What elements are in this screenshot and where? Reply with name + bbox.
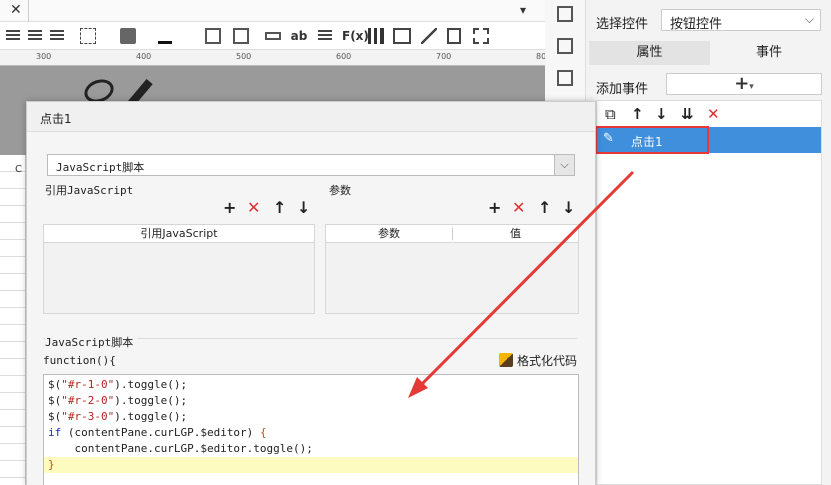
tab-separator <box>28 0 29 22</box>
horizontal-ruler: 300 400 500 600 700 800 <box>0 50 551 66</box>
paragraph-icon[interactable] <box>318 30 332 42</box>
format-toolbar: ab F(x) <box>0 22 545 50</box>
ruler-label: 400 <box>136 52 152 61</box>
ref-js-table: 引用JavaScript <box>43 224 315 314</box>
code-line: $("#r-2-0").toggle(); <box>48 394 188 407</box>
action-type-value: JavaScript脚本 <box>56 161 145 174</box>
side-icon-strip <box>545 0 585 100</box>
code-line: $("#r-3-0").toggle(); <box>48 410 188 423</box>
tab-menu-icon[interactable]: ▾ <box>520 3 526 17</box>
ruler-label: 700 <box>436 52 452 61</box>
align-left-icon[interactable] <box>6 30 20 42</box>
code-line: if (contentPane.curLGP.$editor) { <box>48 426 267 439</box>
dialog-body: JavaScript脚本 ⌵ 引用JavaScript 参数 + ✕ ↑ ↓ +… <box>27 132 595 485</box>
slash-icon[interactable] <box>421 28 437 44</box>
properties-panel: 选择控件 按钮控件 ⌵ 属性 事件 添加事件 +▾ ⧉ ↑ ↓ ⇊ ✕ ✎ 点击… <box>585 0 831 485</box>
move-down-ref-js-icon[interactable]: ↓ <box>297 198 310 217</box>
event-list: ⧉ ↑ ↓ ⇊ ✕ ✎ 点击1 <box>596 100 822 485</box>
move-down-icon[interactable]: ↓ <box>655 105 668 123</box>
format-code-label: 格式化代码 <box>517 354 578 368</box>
action-type-select[interactable]: JavaScript脚本 ⌵ <box>47 154 575 176</box>
code-line: contentPane.curLGP.$editor.toggle(); <box>48 442 313 455</box>
move-up-param-icon[interactable]: ↑ <box>538 198 551 217</box>
chevron-down-icon: ⌵ <box>554 155 574 175</box>
code-editor[interactable]: $("#r-1-0").toggle(); $("#r-2-0").toggle… <box>43 374 579 485</box>
background-tab-strip: ✕ ▾ <box>0 0 545 22</box>
select-control-label: 选择控件 <box>596 17 649 32</box>
add-event-button[interactable]: +▾ <box>666 73 822 95</box>
add-event-label: 添加事件 <box>596 82 649 97</box>
info-icon[interactable] <box>557 38 573 54</box>
split-cells-icon[interactable] <box>233 28 249 44</box>
ruler-label: 500 <box>236 52 252 61</box>
plus-icon: + <box>734 73 750 94</box>
crop-icon[interactable] <box>557 70 573 86</box>
function-signature: function(){ <box>43 354 116 367</box>
align-right-icon[interactable] <box>50 30 64 42</box>
params-table: 参数 值 <box>325 224 579 314</box>
move-up-icon[interactable]: ↑ <box>631 105 644 123</box>
spreadsheet-grid <box>0 155 26 485</box>
code-line-active: } <box>44 457 578 473</box>
delete-param-icon[interactable]: ✕ <box>512 198 525 217</box>
add-param-icon[interactable]: + <box>488 198 501 217</box>
layout-icon[interactable] <box>557 6 573 22</box>
control-select[interactable]: 按钮控件 ⌵ <box>661 9 821 32</box>
add-ref-js-icon[interactable]: + <box>223 198 236 217</box>
dialog-title: 点击1 <box>40 112 72 126</box>
format-code-button[interactable]: 格式化代码 <box>499 352 577 369</box>
code-line: $("#r-1-0").toggle(); <box>48 378 188 391</box>
ruler-label: 600 <box>336 52 352 61</box>
move-down-param-icon[interactable]: ↓ <box>562 198 575 217</box>
border-icon[interactable] <box>80 28 96 44</box>
dialog-header: 点击1 <box>27 102 595 132</box>
params-header-name: 参数 <box>326 225 452 243</box>
caret-down-icon: ▾ <box>749 82 754 92</box>
text-field-icon[interactable]: ab <box>290 28 308 44</box>
move-bottom-icon[interactable]: ⇊ <box>681 105 694 123</box>
column-header-c: C <box>15 164 22 175</box>
formula-icon[interactable]: F(x) <box>342 28 369 44</box>
params-label: 参数 <box>329 184 351 197</box>
script-label: JavaScript脚本 <box>45 334 138 350</box>
close-tab-icon[interactable]: ✕ <box>10 2 22 18</box>
merge-cells-icon[interactable] <box>205 28 221 44</box>
fill-color-icon[interactable] <box>120 28 136 44</box>
javascript-event-dialog: 点击1 JavaScript脚本 ⌵ 引用JavaScript 参数 + ✕ ↑… <box>26 101 596 485</box>
copy-icon[interactable]: ⧉ <box>605 105 616 123</box>
frame-icon[interactable] <box>473 28 489 44</box>
params-header-value: 值 <box>453 225 578 243</box>
ref-js-header: 引用JavaScript <box>44 225 314 243</box>
broom-icon <box>499 353 513 367</box>
delete-icon[interactable]: ✕ <box>707 105 720 123</box>
align-center-icon[interactable] <box>28 30 42 42</box>
font-color-icon[interactable] <box>158 28 172 44</box>
document-icon[interactable] <box>447 28 461 44</box>
image-icon[interactable] <box>393 28 411 44</box>
delete-ref-js-icon[interactable]: ✕ <box>247 198 260 217</box>
tab-properties[interactable]: 属性 <box>589 41 710 65</box>
tab-events[interactable]: 事件 <box>710 41 828 65</box>
event-toolbar: ⧉ ↑ ↓ ⇊ ✕ <box>597 101 821 127</box>
chart-icon[interactable] <box>368 28 384 44</box>
annotation-highlight-box <box>595 126 709 154</box>
ruler-label: 300 <box>36 52 52 61</box>
control-select-value: 按钮控件 <box>670 17 723 32</box>
move-up-ref-js-icon[interactable]: ↑ <box>273 198 286 217</box>
insert-row-icon[interactable] <box>265 32 281 40</box>
chevron-down-icon: ⌵ <box>804 12 814 26</box>
ref-js-label: 引用JavaScript <box>45 184 134 197</box>
